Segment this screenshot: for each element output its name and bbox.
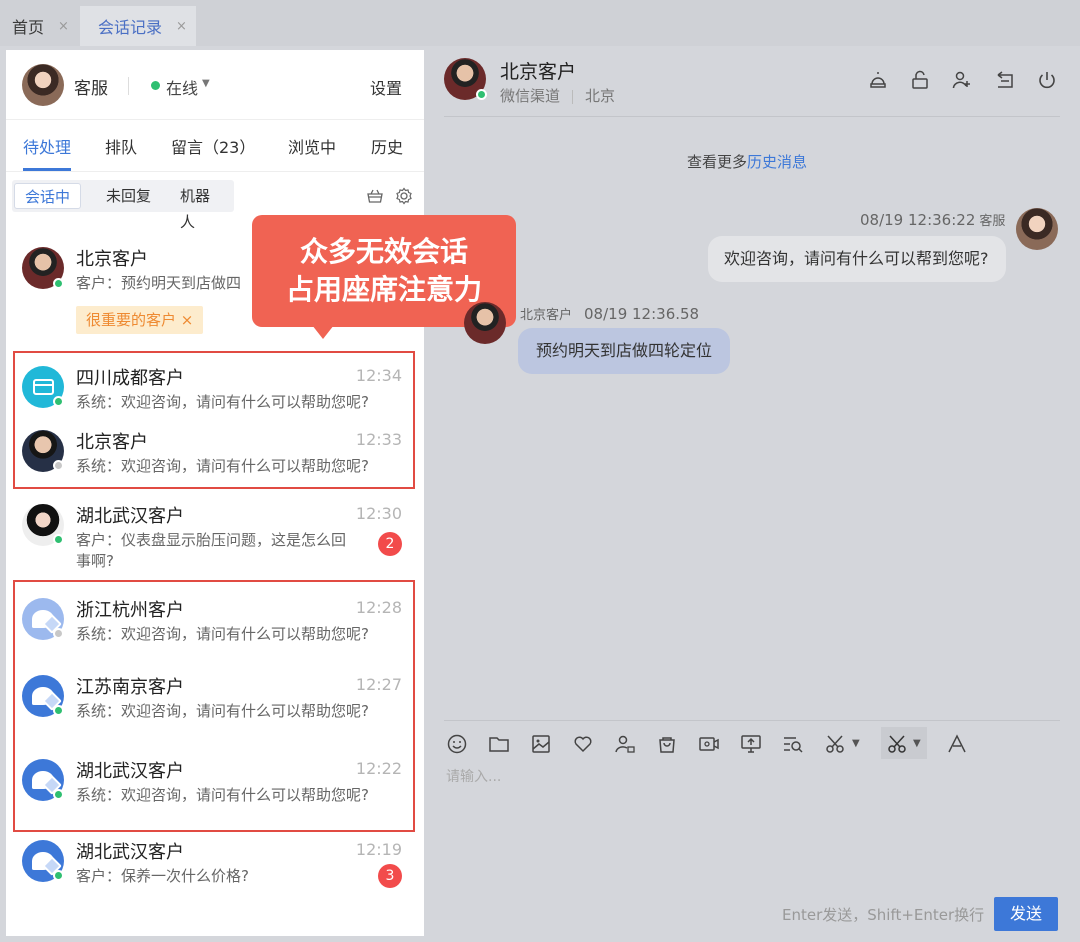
basket-icon[interactable] xyxy=(366,187,384,205)
session-list-panel: 客服 在线 ▼ 设置 待处理 排队 留言（23） 浏览中 历史 会话中 未回复 … xyxy=(6,50,424,936)
divider xyxy=(444,720,1060,721)
close-icon[interactable]: × xyxy=(181,311,194,329)
top-tab-bar: 首页 × 会话记录 × xyxy=(0,0,1080,46)
message-input[interactable]: 请输入... xyxy=(446,766,501,786)
tag-label: 很重要的客户 xyxy=(86,311,177,329)
message-bubble: 预约明天到店做四轮定位 xyxy=(518,328,730,374)
folder-icon[interactable] xyxy=(488,733,510,755)
avatar xyxy=(1016,208,1058,250)
scissors-icon[interactable] xyxy=(886,733,908,755)
customer-tag: 很重要的客户 × xyxy=(76,306,204,334)
callout-line: 众多无效会话 xyxy=(299,235,468,268)
video-call-icon[interactable] xyxy=(698,733,720,755)
chevron-down-icon[interactable]: ▼ xyxy=(913,738,921,749)
list-item[interactable]: 湖北武汉客户 12:30 客户：仪表盘显示胎压问题，这是怎么回事啊? 2 xyxy=(6,500,424,580)
gear-icon[interactable] xyxy=(395,187,413,205)
user-lock-icon[interactable] xyxy=(614,733,636,755)
subtab-in-session[interactable]: 会话中 xyxy=(14,183,82,209)
tab-history[interactable]: 历史 xyxy=(371,134,403,158)
tab-browsing[interactable]: 浏览中 xyxy=(288,134,336,158)
heart-hands-icon[interactable] xyxy=(572,733,594,755)
load-more-text: 查看更多 xyxy=(687,153,748,171)
subtab-unreplied[interactable]: 未回复 xyxy=(96,183,161,209)
scissors-icon[interactable] xyxy=(824,733,846,755)
channel-label: 微信渠道 xyxy=(500,87,561,105)
highlight-box xyxy=(13,580,415,832)
chat-title: 北京客户 xyxy=(500,61,577,83)
top-tab-label: 会话记录 xyxy=(98,18,163,37)
city-label: 北京 xyxy=(585,87,616,105)
subtab-robot[interactable]: 机器人 xyxy=(170,183,234,231)
online-status-dot-icon xyxy=(53,534,64,545)
agent-name: 客服 xyxy=(74,79,108,99)
screen-share-icon[interactable] xyxy=(740,733,762,755)
tab-messages[interactable]: 留言（23） xyxy=(171,134,255,158)
online-status-dot-icon xyxy=(53,278,64,289)
close-icon[interactable]: × xyxy=(176,19,187,34)
message-sender: 客服 xyxy=(979,214,1006,229)
unread-badge: 3 xyxy=(378,864,402,888)
chevron-down-icon[interactable]: ▼ xyxy=(852,738,860,749)
top-tab-home[interactable]: 首页 × xyxy=(12,6,69,46)
customer-name: 湖北武汉客户 xyxy=(76,842,184,863)
unlock-icon[interactable] xyxy=(910,70,930,90)
top-tab-label: 首页 xyxy=(12,18,45,37)
online-status-dot-icon xyxy=(476,89,487,100)
timestamp: 12:19 xyxy=(355,840,402,859)
tab-pending[interactable]: 待处理 xyxy=(23,134,71,158)
avatar xyxy=(464,302,506,344)
last-message: 客户：保养一次什么价格? xyxy=(76,867,249,885)
online-status-dot-icon xyxy=(151,81,160,90)
agent-header: 客服 在线 ▼ 设置 xyxy=(6,50,424,120)
last-message: 客户：仪表盘显示胎压问题，这是怎么回事啊? xyxy=(76,531,347,570)
history-link[interactable]: 历史消息 xyxy=(747,153,807,171)
message-bubble: 欢迎咨询，请问有什么可以帮到您呢? xyxy=(708,236,1006,282)
divider xyxy=(128,77,129,95)
load-more: 查看更多历史消息 xyxy=(687,151,807,172)
sub-tabs: 会话中 未回复 机器人 xyxy=(12,180,234,231)
chat-subtitle: 微信渠道 北京 xyxy=(500,85,615,106)
tab-queue[interactable]: 排队 xyxy=(105,134,137,158)
avatar[interactable] xyxy=(22,64,64,106)
power-icon[interactable] xyxy=(1037,70,1057,90)
callout-tail xyxy=(312,325,334,339)
emoji-icon[interactable] xyxy=(446,733,468,755)
transfer-icon[interactable] xyxy=(995,70,1015,90)
timestamp: 12:30 xyxy=(355,504,402,523)
highlight-box xyxy=(13,351,415,489)
main-tabs: 待处理 排队 留言（23） 浏览中 历史 xyxy=(6,120,424,172)
message-time: 08/19 12:36:22 xyxy=(860,211,976,229)
status-dropdown[interactable]: 在线 xyxy=(166,75,198,99)
image-icon[interactable] xyxy=(530,733,552,755)
send-hint: Enter发送，Shift+Enter换行 xyxy=(782,906,985,924)
close-icon[interactable]: × xyxy=(58,19,69,34)
message-sender: 北京客户 xyxy=(520,308,573,323)
online-status-dot-icon xyxy=(53,870,64,881)
unread-badge: 2 xyxy=(378,532,402,556)
send-button[interactable]: 发送 xyxy=(994,897,1058,931)
bell-icon[interactable] xyxy=(868,70,888,90)
customer-name: 湖北武汉客户 xyxy=(76,506,184,527)
list-item[interactable]: 湖北武汉客户 12:19 客户：保养一次什么价格? 3 xyxy=(6,836,424,900)
top-tab-session-records[interactable]: 会话记录 × xyxy=(80,6,196,46)
add-user-icon[interactable] xyxy=(952,70,972,90)
message-meta: 08/19 12:36:22 客服 xyxy=(860,210,1005,229)
message-meta: 北京客户 08/19 12:36.58 xyxy=(520,304,699,323)
search-list-icon[interactable] xyxy=(782,733,804,755)
shopping-bag-icon[interactable] xyxy=(656,733,678,755)
settings-link[interactable]: 设置 xyxy=(370,75,402,99)
message-time: 08/19 12:36.58 xyxy=(584,305,700,323)
chevron-down-icon[interactable]: ▼ xyxy=(202,78,210,89)
customer-name: 北京客户 xyxy=(76,249,148,270)
font-icon[interactable] xyxy=(946,733,968,755)
active-tab-indicator xyxy=(23,168,71,171)
divider xyxy=(444,116,1060,117)
